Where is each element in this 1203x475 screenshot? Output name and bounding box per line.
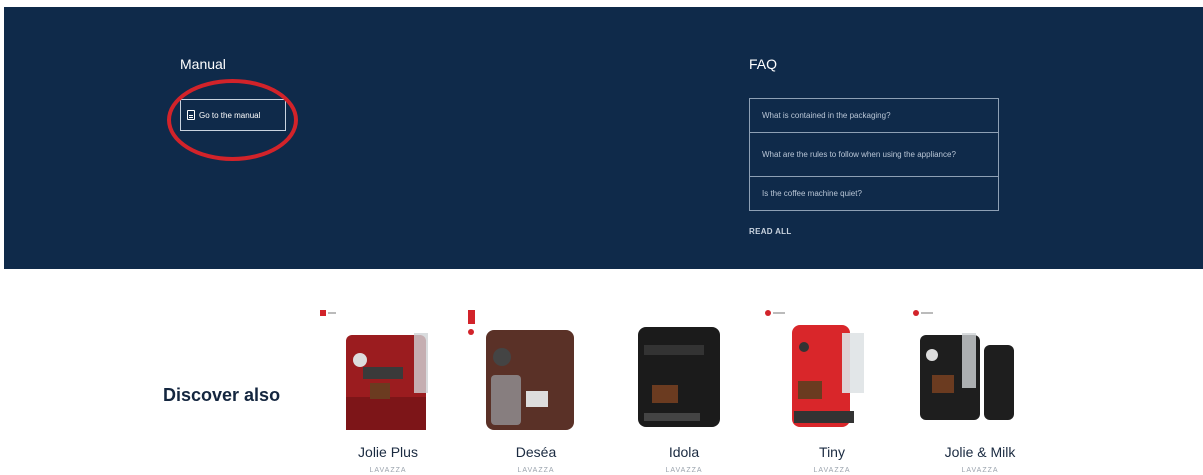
product-brand: LAVAZZA: [369, 467, 407, 474]
manual-heading: Manual: [180, 56, 226, 72]
discover-also-heading: Discover also: [163, 385, 281, 405]
read-all-link[interactable]: READ ALL: [749, 227, 792, 236]
product-brand: LAVAZZA: [517, 467, 555, 474]
go-to-manual-button[interactable]: Go to the manual: [180, 99, 286, 131]
coffee-machine-image: [913, 310, 1014, 420]
faq-list: What is contained in the packaging? What…: [749, 98, 999, 211]
product-card-idola[interactable]: Idola LAVAZZA: [614, 305, 754, 475]
product-brand: LAVAZZA: [665, 467, 703, 474]
faq-heading: FAQ: [749, 56, 778, 72]
faq-item[interactable]: What are the rules to follow when using …: [750, 133, 998, 177]
faq-item[interactable]: Is the coffee machine quiet?: [750, 177, 998, 210]
product-name: Jolie & Milk: [944, 444, 1016, 460]
product-card-desea[interactable]: Deséa LAVAZZA: [466, 305, 606, 475]
go-to-manual-label: Go to the manual: [199, 110, 261, 120]
faq-item[interactable]: What is contained in the packaging?: [750, 99, 998, 133]
product-name: Tiny: [819, 444, 845, 460]
document-icon: [187, 110, 195, 120]
product-name: Idola: [668, 444, 700, 460]
coffee-machine-image: [320, 310, 428, 430]
product-card-jolie-milk[interactable]: Jolie & Milk LAVAZZA: [910, 305, 1050, 475]
product-brand: LAVAZZA: [961, 467, 999, 474]
product-name: Jolie Plus: [358, 444, 418, 460]
product-card-jolie-plus[interactable]: Jolie Plus LAVAZZA: [318, 305, 458, 475]
product-name: Deséa: [515, 444, 557, 460]
coffee-machine-image: [638, 327, 720, 427]
support-panel: Manual Go to the manual FAQ What is cont…: [4, 7, 1203, 269]
product-card-tiny[interactable]: Tiny LAVAZZA: [762, 305, 902, 475]
product-brand: LAVAZZA: [813, 467, 851, 474]
coffee-machine-image: [765, 310, 864, 427]
coffee-machine-image: [468, 310, 574, 430]
